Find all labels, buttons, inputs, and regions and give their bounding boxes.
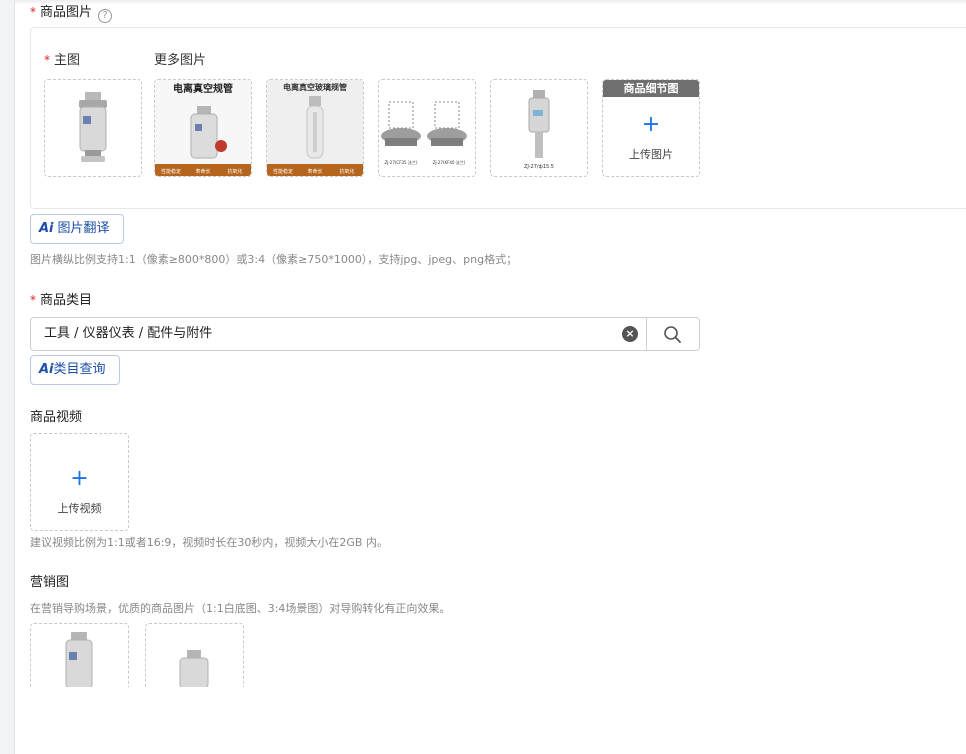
marketing-hint: 在营销导购场景，优质的商品图片（1:1白底图、3:4场景图）对导购转化有正向效果… — [30, 602, 451, 615]
more-image-4-thumb[interactable]: ZJ-27/ф15.5 — [490, 79, 588, 177]
video-upload[interactable]: + 上传视频 — [30, 433, 129, 531]
category-query-button[interactable]: Ai类目查询 — [30, 355, 120, 385]
marketing-gauge-image — [179, 650, 209, 687]
image-translate-button[interactable]: Ai 图片翻译 — [30, 214, 124, 244]
marketing-label: 营销图 — [30, 575, 70, 590]
video-label: 商品视频 — [30, 410, 83, 425]
left-gutter — [0, 0, 15, 754]
video-hint: 建议视频比例为1:1或者16:9，视频时长在30秒内，视频大小在2GB 内。 — [30, 536, 388, 549]
ai-icon: Ai — [39, 221, 54, 236]
more-images-label: 更多图片 — [154, 53, 207, 68]
plus-icon: + — [70, 466, 89, 491]
marketing-image-2[interactable] — [145, 623, 244, 687]
flange-caption-2: ZJ-27(KF40 法兰) — [433, 159, 466, 165]
slim-gauge-image: ZJ-27/ф15.5 — [524, 90, 554, 170]
marketing-image-1[interactable] — [30, 623, 129, 687]
top-divider — [15, 0, 966, 5]
gauge-image — [79, 92, 107, 162]
search-button[interactable] — [646, 317, 700, 351]
product-images-title: 商品图片 — [40, 5, 93, 20]
promo-footer-1: 性能稳定 — [161, 168, 181, 175]
detail-image-header: 商品细节图 — [603, 80, 699, 97]
marketing-gauge-image — [65, 632, 93, 687]
more-image-3-thumb[interactable]: ZJ-27(CF35 法兰) ZJ-27(KF40 法兰) — [378, 79, 476, 177]
main-image-label: * 主图 — [44, 49, 80, 68]
slim-gauge-caption: ZJ-27/ф15.5 — [524, 164, 554, 170]
search-icon — [664, 326, 681, 343]
main-image-label-text: 主图 — [54, 53, 81, 68]
required-mark: * — [30, 5, 36, 19]
upload-video-text: 上传视频 — [57, 502, 102, 515]
promo-footer-3: 抗氧化 — [227, 168, 242, 175]
promo-footer-2: 寿命长 — [195, 168, 210, 175]
detail-image-upload[interactable]: 商品细节图 + 上传图片 — [602, 79, 700, 177]
gauge-promo-image: 电离真空规管 性能稳定 寿命长 抗氧化 — [155, 80, 251, 176]
required-mark: * — [30, 293, 36, 307]
required-mark: * — [44, 53, 50, 67]
main-image-thumb[interactable] — [44, 79, 142, 177]
promo-title: 电离真空规管 — [173, 82, 233, 95]
category-query-label: 类目查询 — [53, 362, 106, 377]
glass-footer-2: 寿命长 — [307, 168, 322, 175]
ai-icon: Ai — [39, 362, 54, 377]
glass-footer-3: 抗氧化 — [339, 168, 354, 175]
flange-gauges-image: ZJ-27(CF35 法兰) ZJ-27(KF40 法兰) — [381, 101, 467, 165]
clear-icon[interactable]: × — [622, 326, 638, 342]
category-label: * 商品类目 — [30, 292, 92, 309]
image-translate-label: 图片翻译 — [57, 221, 110, 236]
more-image-1-thumb[interactable]: 电离真空规管 性能稳定 寿命长 抗氧化 — [154, 79, 252, 177]
help-icon[interactable]: ? — [98, 9, 113, 23]
more-image-2-thumb[interactable]: 电离真空玻璃规管 性能稳定 寿命长 抗氧化 — [266, 79, 364, 177]
glass-gauge-image: 电离真空玻璃规管 性能稳定 寿命长 抗氧化 — [267, 80, 363, 176]
category-title: 商品类目 — [40, 293, 93, 308]
category-input[interactable]: 工具 / 仪器仪表 / 配件与附件 — [30, 317, 647, 351]
product-images-label: * 商品图片? — [30, 4, 113, 23]
plus-icon: + — [641, 112, 661, 137]
glass-promo-title: 电离真空玻璃规管 — [283, 82, 347, 92]
image-ratio-hint: 图片横纵比例支持1:1（像素≥800*800）或3:4（像素≥750*1000）… — [30, 253, 518, 266]
flange-caption-1: ZJ-27(CF35 法兰) — [385, 159, 418, 165]
upload-image-text: 上传图片 — [629, 148, 673, 161]
glass-footer-1: 性能稳定 — [273, 168, 293, 175]
